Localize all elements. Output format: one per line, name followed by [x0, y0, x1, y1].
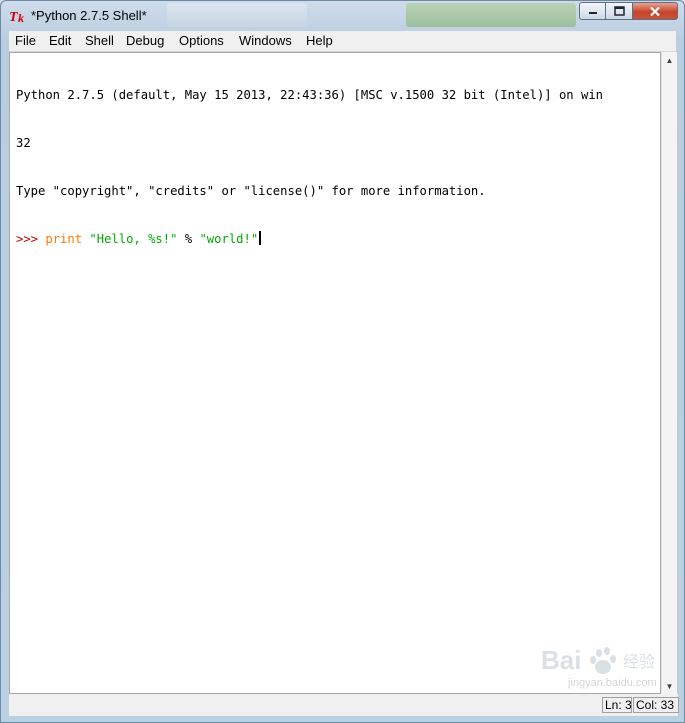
menu-shell[interactable]: Shell — [85, 33, 114, 48]
background-window-tab — [167, 3, 307, 27]
svg-text:k: k — [18, 11, 24, 25]
vertical-scrollbar[interactable]: ▲ ▼ — [661, 52, 677, 694]
scroll-up-arrow-icon[interactable]: ▲ — [662, 52, 677, 68]
shell-prompt: >>> — [16, 232, 46, 246]
banner-line-wrap: 32 — [16, 136, 31, 150]
menu-bar: File Edit Shell Debug Options Windows He… — [9, 31, 676, 52]
code-operator: % — [177, 232, 200, 246]
tk-feather-icon: T k — [9, 10, 24, 25]
menu-edit[interactable]: Edit — [49, 33, 71, 48]
idle-shell-window: T k *Python 2.7.5 Shell* File Edit Shell… — [0, 0, 685, 723]
window-controls — [579, 2, 678, 22]
scroll-down-arrow-icon[interactable]: ▼ — [662, 678, 677, 694]
menu-options[interactable]: Options — [179, 33, 224, 48]
minimize-button[interactable] — [579, 2, 606, 20]
maximize-icon — [613, 6, 625, 16]
close-button[interactable] — [633, 2, 678, 20]
window-title: *Python 2.7.5 Shell* — [31, 8, 147, 23]
line-number-status: Ln: 3 — [602, 697, 632, 713]
background-window-tab — [406, 3, 576, 27]
shell-text-area[interactable]: Python 2.7.5 (default, May 15 2013, 22:4… — [9, 52, 661, 694]
column-number-status: Col: 33 — [633, 697, 679, 713]
text-cursor — [259, 231, 262, 245]
close-icon — [650, 6, 660, 16]
banner-line: Python 2.7.5 (default, May 15 2013, 22:4… — [16, 88, 603, 102]
code-string: "Hello, %s!" — [89, 232, 178, 246]
input-line[interactable]: >>> print "Hello, %s!" % "world!" — [16, 231, 603, 247]
banner-info-line: Type "copyright", "credits" or "license(… — [16, 184, 486, 198]
menu-file[interactable]: File — [15, 33, 36, 48]
shell-output: Python 2.7.5 (default, May 15 2013, 22:4… — [16, 55, 603, 279]
title-bar[interactable]: T k *Python 2.7.5 Shell* — [1, 1, 684, 31]
menu-help[interactable]: Help — [306, 33, 333, 48]
code-keyword: print — [45, 232, 83, 246]
code-string: "world!" — [199, 232, 259, 246]
status-bar: Ln: 3 Col: 33 — [9, 694, 679, 716]
menu-windows[interactable]: Windows — [239, 33, 292, 48]
maximize-button[interactable] — [606, 2, 633, 20]
minimize-icon — [588, 12, 597, 14]
menu-debug[interactable]: Debug — [126, 33, 164, 48]
